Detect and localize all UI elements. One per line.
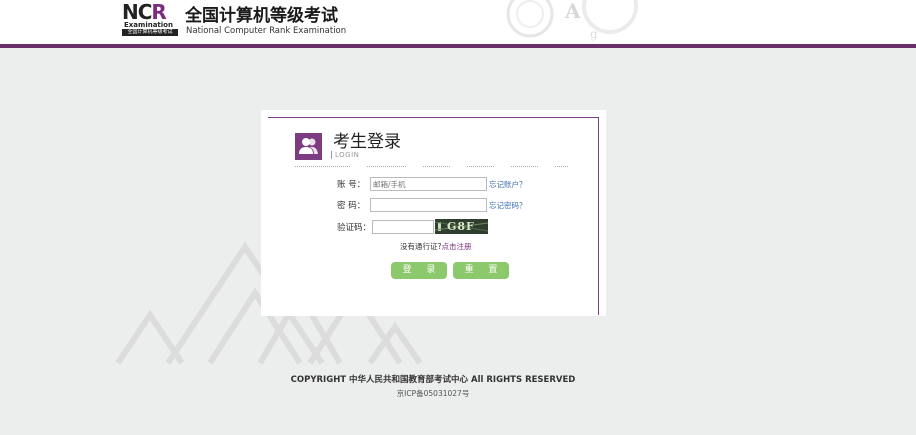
password-label: 密 码： xyxy=(337,201,366,211)
register-row: 没有通行证?点击注册 xyxy=(400,242,471,252)
site-header: A g NCR Examination 全国计算机等级考试 全国计算机等级考试 … xyxy=(0,0,916,44)
divider-gap xyxy=(351,165,367,168)
divider-gap xyxy=(494,165,510,168)
reset-button[interactable]: 重 置 xyxy=(453,262,509,279)
no-account-text: 没有通行证? xyxy=(400,242,442,251)
logo-mark: NCR xyxy=(122,2,180,22)
captcha-text: G8F xyxy=(447,220,475,233)
forgot-account-link[interactable]: 忘记账户？ xyxy=(489,180,527,190)
logo-strip-text: 全国计算机等级考试 xyxy=(122,29,178,36)
forgot-password-link[interactable]: 忘记密码？ xyxy=(489,201,527,211)
login-button[interactable]: 登 录 xyxy=(391,262,447,279)
login-subtitle: LOGIN xyxy=(331,151,359,159)
header-decoration: A g xyxy=(506,0,638,41)
dotted-divider xyxy=(295,166,569,167)
user-group-icon xyxy=(295,133,322,160)
account-input[interactable] xyxy=(370,177,487,191)
account-label: 账 号： xyxy=(337,180,366,190)
svg-text:g: g xyxy=(590,27,598,41)
captcha-input[interactable] xyxy=(372,220,434,234)
login-title: 考生登录 xyxy=(333,132,401,152)
icp-number: 京ICP备05031027号 xyxy=(396,389,470,398)
divider-gap xyxy=(538,165,554,168)
password-input[interactable] xyxy=(370,198,487,212)
captcha-label: 验证码： xyxy=(337,223,372,233)
captcha-image[interactable]: G8F xyxy=(435,219,488,234)
logo-examination-text: Examination xyxy=(124,21,173,29)
login-card: 考生登录 LOGIN 账 号： 忘记账户？ 密 码： 忘记密码？ 验证码： G8… xyxy=(261,110,606,316)
ncre-logo[interactable]: NCR Examination 全国计算机等级考试 xyxy=(122,2,180,36)
divider-gap xyxy=(406,165,422,168)
header-accent-bar xyxy=(0,44,916,48)
brand-title-cn: 全国计算机等级考试 xyxy=(185,6,338,26)
svg-text:A: A xyxy=(564,0,581,23)
register-link[interactable]: 点击注册 xyxy=(441,242,471,251)
divider-gap xyxy=(450,165,466,168)
brand-title-en: National Computer Rank Examination xyxy=(186,26,347,36)
copyright-text: COPYRIGHT 中华人民共和国教育部考试中心 All RIGHTS RESE… xyxy=(290,375,576,385)
